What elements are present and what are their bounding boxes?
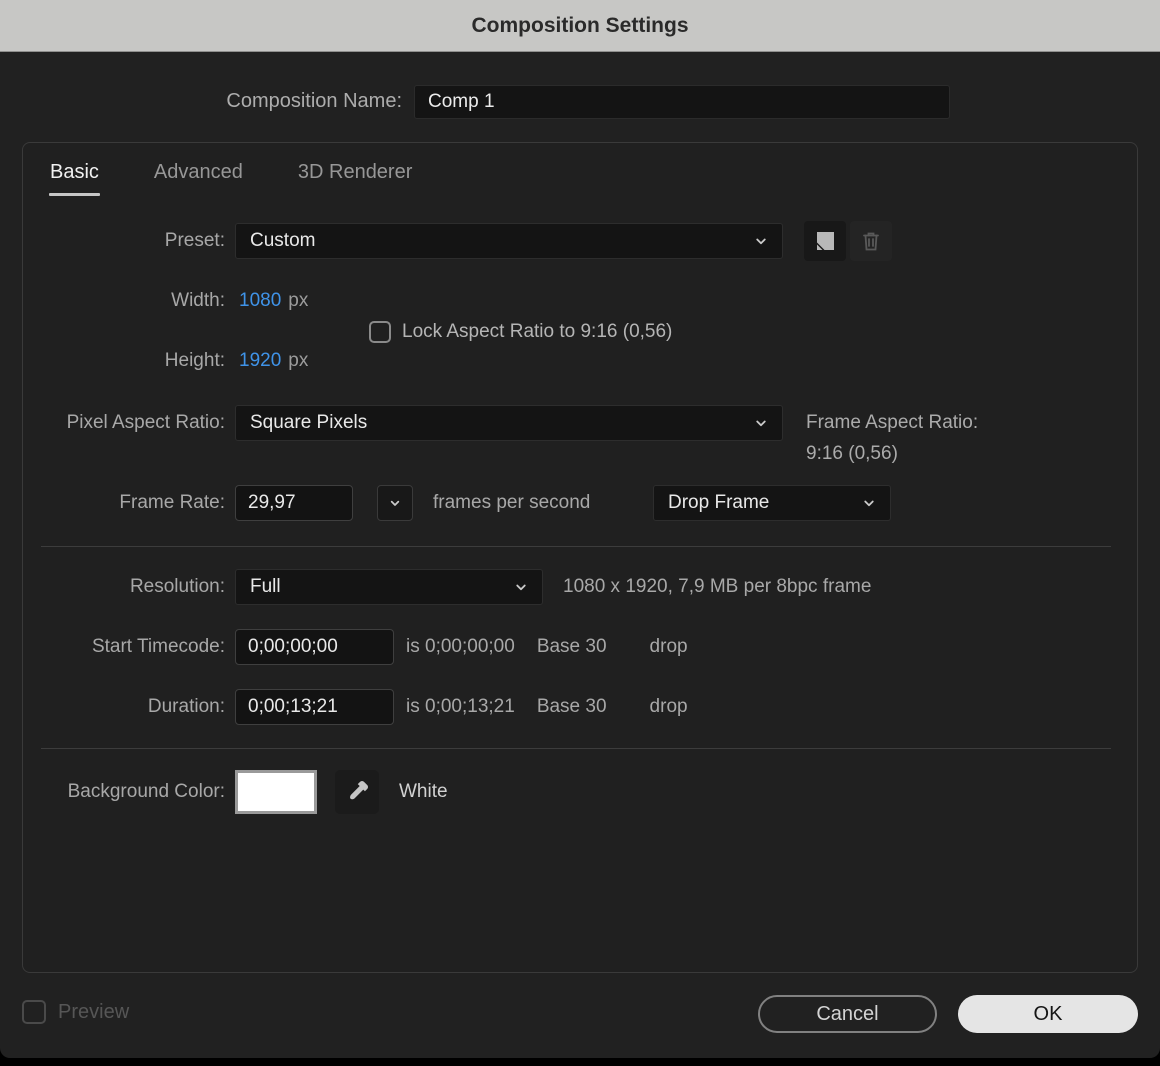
preset-label: Preset: [164,230,225,251]
width-row: Width: 1080 px [23,290,1137,312]
delete-preset-button[interactable] [850,221,892,261]
resolution-dropdown[interactable]: Full [235,569,543,605]
width-unit: px [288,290,309,311]
preset-dropdown[interactable]: Custom [235,223,783,259]
background-color-name: White [399,781,448,802]
drop-frame-value: Drop Frame [668,492,770,513]
duration-base-text: Base 30 [536,696,607,717]
height-row: Height: 1920 px [23,350,1137,372]
frame-rate-label: Frame Rate: [119,492,225,513]
width-label: Width: [171,290,225,311]
height-value[interactable]: 1920 [239,350,281,372]
frames-per-second-label: frames per second [433,492,591,513]
dialog-title: Composition Settings [471,13,689,37]
lock-aspect-row: Lock Aspect Ratio to 9:16 (0,56) [369,321,672,343]
cancel-button[interactable]: Cancel [758,995,937,1033]
start-timecode-is-text: is 0;00;00;00 [406,636,515,657]
lock-aspect-label: Lock Aspect Ratio to 9:16 (0,56) [402,321,673,342]
frame-aspect-ratio-value: 9:16 (0,56) [806,443,898,464]
frame-aspect-ratio-info: Frame Aspect Ratio: 9:16 (0,56) [806,407,978,469]
frame-rate-row: Frame Rate: frames per second Drop Frame [23,485,1137,521]
height-unit: px [288,350,309,371]
resolution-row: Resolution: Full 1080 x 1920, 7,9 MB per… [23,569,1137,605]
resolution-info: 1080 x 1920, 7,9 MB per 8bpc frame [563,576,872,597]
composition-settings-dialog: Composition Settings Composition Name: B… [0,0,1160,1058]
chevron-down-icon [756,420,766,427]
eyedropper-button[interactable] [335,770,379,814]
tab-basic[interactable]: Basic [49,161,100,196]
preset-row: Preset: Custom [23,221,1137,261]
composition-name-label: Composition Name: [226,90,402,112]
tab-advanced[interactable]: Advanced [154,161,243,196]
tab-3d-renderer[interactable]: 3D Renderer [298,161,413,196]
trash-icon [863,232,879,251]
background-color-label: Background Color: [67,781,225,802]
duration-is-text: is 0;00;13;21 [406,696,515,717]
settings-panel: Basic Advanced 3D Renderer Preset: Custo… [22,142,1138,973]
background-color-row: Background Color: White [23,770,1137,814]
frame-aspect-ratio-label: Frame Aspect Ratio: [806,412,979,433]
pixel-aspect-ratio-label: Pixel Aspect Ratio: [66,412,225,433]
composition-name-input[interactable] [414,85,950,119]
preview-checkbox[interactable] [22,1000,46,1024]
section-divider [41,748,1111,749]
frame-rate-input[interactable] [235,485,353,521]
eyedropper-icon [350,780,369,800]
start-timecode-input[interactable] [235,629,394,665]
start-timecode-base-text: Base 30 [536,636,607,657]
resolution-label: Resolution: [129,576,225,597]
preview-row: Preview [22,1000,129,1024]
resolution-value: Full [250,576,281,597]
frame-rate-preset-button[interactable] [377,485,413,521]
chevron-down-icon [390,500,400,506]
tab-bar: Basic Advanced 3D Renderer [49,161,413,196]
dialog-titlebar: Composition Settings [0,0,1160,52]
section-divider [41,546,1111,547]
drop-frame-dropdown[interactable]: Drop Frame [653,485,891,521]
duration-drop-text: drop [649,696,688,717]
duration-row: Duration: is 0;00;13;21 Base 30 drop [23,689,1137,725]
pixel-aspect-ratio-dropdown[interactable]: Square Pixels [235,405,783,441]
save-preset-icon [817,232,834,250]
preview-label: Preview [58,1000,130,1023]
height-label: Height: [164,350,225,371]
background-color-swatch[interactable] [235,770,317,814]
save-preset-button[interactable] [804,221,846,261]
start-timecode-row: Start Timecode: is 0;00;00;00 Base 30 dr… [23,629,1137,665]
chevron-down-icon [516,584,526,591]
ok-button[interactable]: OK [958,995,1138,1033]
start-timecode-drop-text: drop [649,636,688,657]
duration-input[interactable] [235,689,394,725]
duration-label: Duration: [147,696,225,717]
preset-value: Custom [250,230,316,251]
chevron-down-icon [756,238,766,245]
chevron-down-icon [864,500,874,507]
pixel-aspect-ratio-value: Square Pixels [250,412,368,433]
start-timecode-label: Start Timecode: [91,636,225,657]
lock-aspect-checkbox[interactable] [369,321,391,343]
width-value[interactable]: 1080 [239,290,281,312]
